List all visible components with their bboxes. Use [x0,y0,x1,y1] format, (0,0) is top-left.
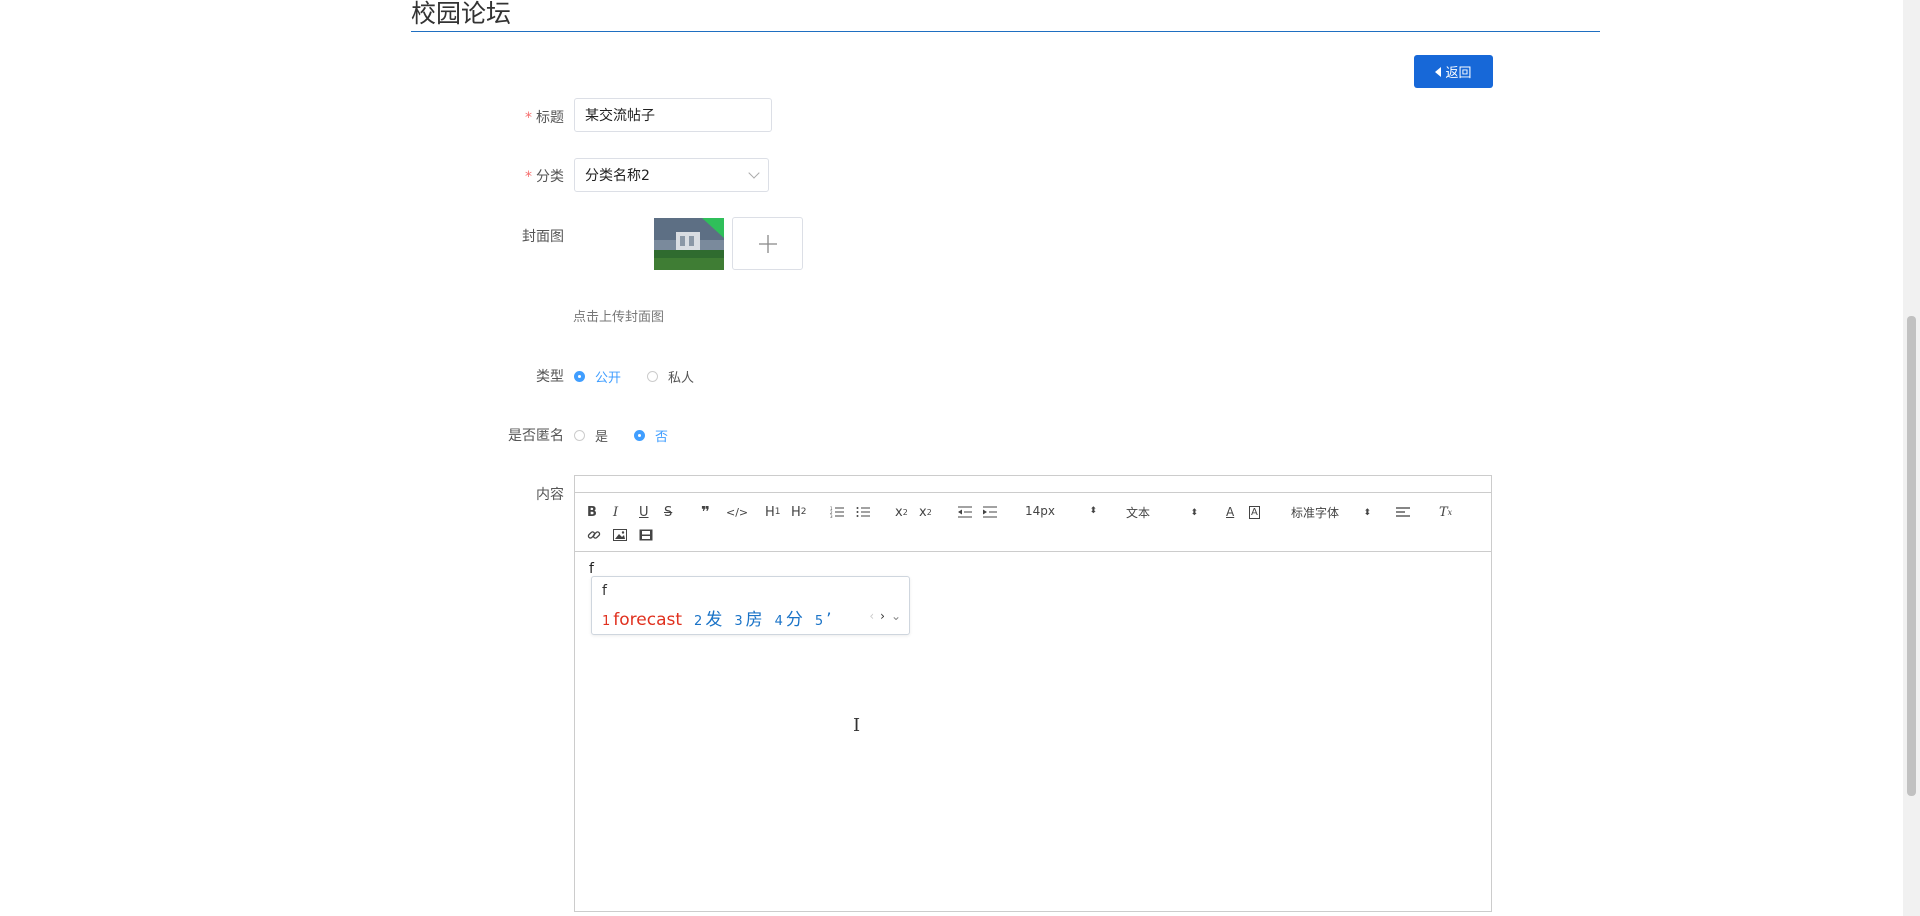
back-button-label: 返回 [1445,65,1472,80]
select-arrows-icon: ⬍ [1089,506,1097,516]
upload-cover-button[interactable] [732,217,803,270]
rich-text-editor: B I U S ❞ </> H1 H2 123 x2 x2 14px ⬍ 文本 ⬍ … [574,475,1492,912]
back-button[interactable]: 返回 [1414,55,1493,88]
ime-candidate[interactable]: 1 forecast [602,610,682,630]
radio-anon-yes-label: 是 [595,430,609,445]
title-input[interactable]: 某交流帖子 [574,98,772,132]
category-select-value: 分类名称2 [585,168,650,184]
anonymous-label: 是否匿名 [508,428,564,444]
editor-header [575,476,1491,493]
chevron-down-icon [748,167,760,179]
category-select[interactable]: 分类名称2 [574,158,769,192]
title-label: * 标题 [525,110,564,126]
code-button[interactable]: </> [726,503,748,521]
underline-button[interactable]: U [639,503,649,521]
anonymous-radio-group: 是 否 [574,426,694,445]
ime-candidate[interactable]: 2发 [694,605,722,630]
subscript-button[interactable]: x2 [895,503,908,521]
strike-button[interactable]: S [664,503,672,521]
radio-dot-icon [574,430,585,441]
radio-public[interactable]: 公开 [574,367,621,386]
video-icon[interactable] [639,526,653,544]
radio-private-label: 私人 [668,371,695,386]
font-family-value: 标准字体 [1291,506,1340,520]
cover-thumbnail[interactable] [654,218,724,270]
font-size-select[interactable]: 14px ⬍ [1025,504,1097,518]
title-divider [411,31,1600,32]
heading2-button[interactable]: H2 [791,503,807,521]
italic-button[interactable]: I [613,503,618,521]
category-label: * 分类 [525,169,564,185]
ime-candidate-popup: f 1 forecast 2发 3房 4分 5’ ‹ › ⌄ [591,576,910,635]
required-mark: * [525,110,532,126]
heading1-button[interactable]: H1 [765,503,781,521]
text-style-select[interactable]: 文本 ⬍ [1126,504,1198,521]
outdent-icon[interactable] [958,503,972,521]
svg-text:3: 3 [830,514,833,518]
ime-candidate[interactable]: 4分 [775,605,803,630]
next-page-icon[interactable]: › [880,609,885,623]
prev-page-icon[interactable]: ‹ [869,609,874,623]
radio-anon-no-label: 否 [655,430,669,445]
radio-dot-icon [634,430,646,441]
content-label: 内容 [536,487,564,503]
bullet-list-icon[interactable] [856,503,870,521]
scrollbar-thumb[interactable] [1907,316,1916,796]
page-scrollbar[interactable] [1903,0,1920,916]
radio-dot-icon [647,371,659,382]
radio-public-label: 公开 [595,371,622,386]
clear-format-icon[interactable]: Tx [1439,503,1452,521]
text-style-value: 文本 [1126,506,1151,520]
ime-nav: ‹ › ⌄ [869,609,901,623]
plus-icon [758,234,777,253]
font-family-select[interactable]: 标准字体 ⬍ [1291,504,1371,521]
font-size-value: 14px [1025,504,1055,518]
ime-candidate[interactable]: 5’ [815,610,832,630]
chevron-down-icon[interactable]: ⌄ [891,609,901,623]
radio-anon-yes[interactable]: 是 [574,426,608,445]
type-radio-group: 公开 私人 [574,367,720,386]
blockquote-button[interactable]: ❞ [701,503,710,521]
radio-dot-icon [574,371,585,382]
ime-composition-text: f [602,583,607,599]
radio-anon-no[interactable]: 否 [634,426,668,445]
align-icon[interactable] [1396,503,1410,521]
indent-icon[interactable] [983,503,997,521]
editor-typed-text: f [589,561,594,577]
ime-candidate[interactable]: 3房 [734,605,762,630]
select-arrows-icon: ⬍ [1363,507,1371,518]
caret-left-icon [1435,66,1442,77]
select-arrows-icon: ⬍ [1190,507,1198,518]
text-color-icon[interactable]: A [1226,503,1234,521]
background-color-icon[interactable]: A [1249,503,1260,521]
image-icon[interactable] [613,526,627,544]
link-icon[interactable] [587,526,601,544]
title-input-value: 某交流帖子 [585,108,655,124]
bold-button[interactable]: B [587,503,597,521]
ime-candidate-list: 1 forecast 2发 3房 4分 5’ [602,605,844,630]
type-label: 类型 [536,369,564,385]
cover-label: 封面图 [522,229,564,245]
text-cursor-icon: I [853,715,861,736]
upload-hint: 点击上传封面图 [573,310,665,325]
superscript-button[interactable]: x2 [919,503,932,521]
page-title: 校园论坛 [411,0,512,28]
required-mark: * [525,169,532,185]
radio-private[interactable]: 私人 [647,367,694,386]
editor-toolbar: B I U S ❞ </> H1 H2 123 x2 x2 14px ⬍ 文本 ⬍ … [575,493,1491,552]
ordered-list-icon[interactable]: 123 [830,503,844,521]
